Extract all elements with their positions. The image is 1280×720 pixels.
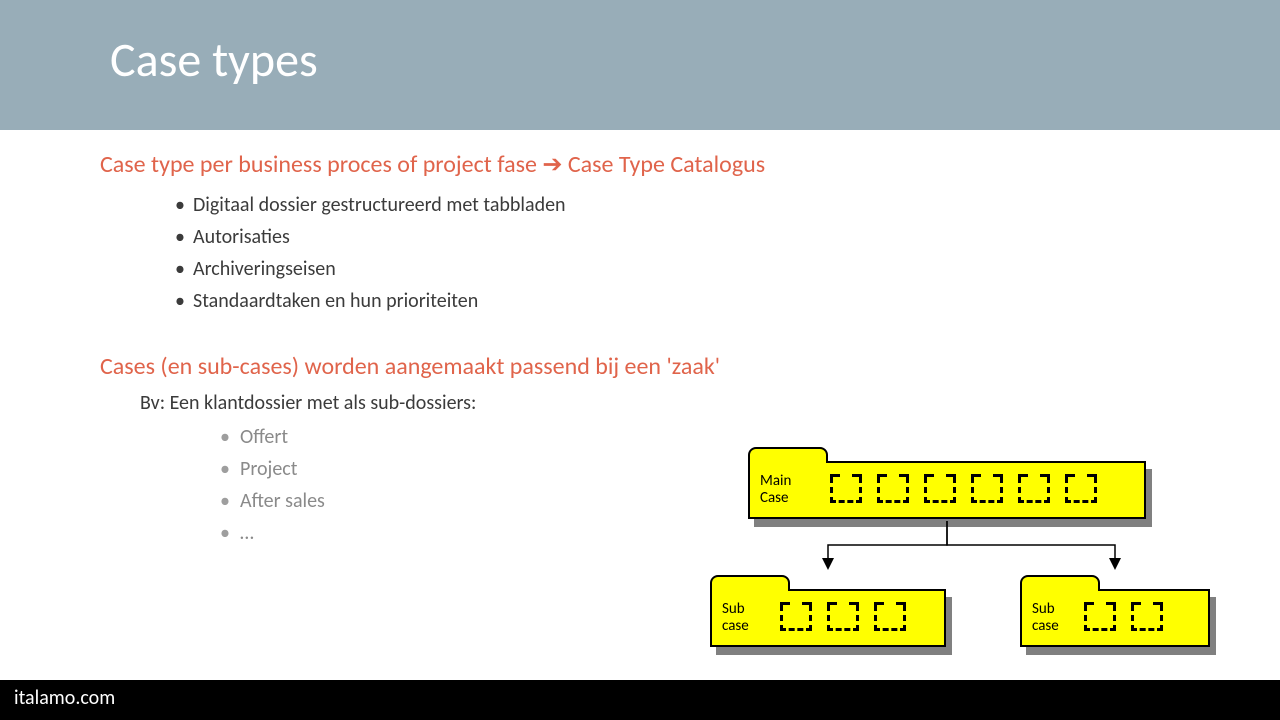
main-case-label: Main Case bbox=[760, 473, 791, 508]
sub-case-label: Sub case bbox=[1032, 601, 1059, 636]
bullet-item: Digitaal dossier gestructureerd met tabb… bbox=[175, 189, 1280, 221]
bullet-item: Archiveringseisen bbox=[175, 253, 1280, 285]
section1-list: Digitaal dossier gestructureerd met tabb… bbox=[175, 189, 1280, 317]
doc-icon bbox=[924, 477, 956, 503]
doc-icon bbox=[1131, 605, 1163, 631]
title-band: Case types bbox=[0, 0, 1280, 130]
doc-icon bbox=[780, 605, 812, 631]
doc-icon bbox=[971, 477, 1003, 503]
doc-icon bbox=[1065, 477, 1097, 503]
doc-icon bbox=[1018, 477, 1050, 503]
doc-icon bbox=[1084, 605, 1116, 631]
bullet-item: Autorisaties bbox=[175, 221, 1280, 253]
section2-intro: Bv: Een klantdossier met als sub-dossier… bbox=[140, 391, 1280, 415]
footer-bar: italamo.com bbox=[0, 680, 1280, 720]
sub-case-folder: Sub case bbox=[1020, 589, 1210, 647]
doc-icon bbox=[877, 477, 909, 503]
slide-title: Case types bbox=[110, 30, 1280, 89]
sub-case-folder: Sub case bbox=[710, 589, 946, 647]
doc-icon bbox=[874, 605, 906, 631]
doc-icon bbox=[827, 605, 859, 631]
main-case-folder: Main Case bbox=[748, 461, 1146, 519]
bullet-item: Standaardtaken en hun prioriteiten bbox=[175, 285, 1280, 317]
section2-heading: Cases (en sub-cases) worden aangemaakt p… bbox=[100, 352, 1280, 381]
footer-text: italamo.com bbox=[14, 686, 115, 710]
section1-heading: Case type per business proces of project… bbox=[100, 150, 1280, 179]
slide: Case types Case type per business proces… bbox=[0, 0, 1280, 720]
doc-icon bbox=[830, 477, 862, 503]
sub-case-label: Sub case bbox=[722, 601, 749, 636]
case-diagram: Main Case Sub case Sub bbox=[710, 445, 1220, 665]
